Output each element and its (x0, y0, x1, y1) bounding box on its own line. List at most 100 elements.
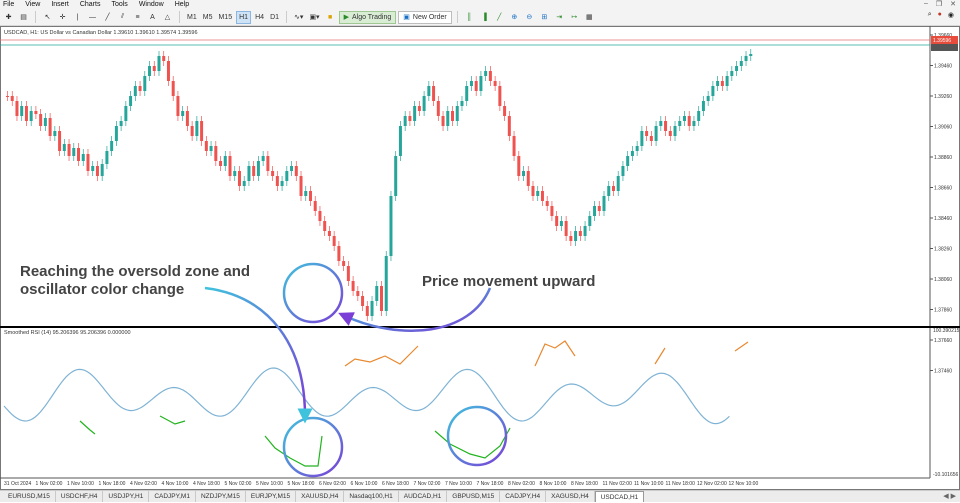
templates-icon[interactable]: ▣▾ (307, 11, 321, 24)
tf-h4-button[interactable]: H4 (253, 11, 266, 24)
chart-window[interactable]: USDCAD, H1: US Dollar vs Canadian Dollar… (0, 26, 960, 490)
close-icon[interactable]: ✕ (950, 0, 956, 8)
menu-charts[interactable]: Charts (80, 1, 101, 8)
candle-body (10, 96, 14, 101)
tf-m1-button[interactable]: M1 (185, 11, 199, 24)
new-order-button[interactable]: ▣ New Order (398, 10, 452, 24)
channel-icon[interactable]: ⫽ (116, 11, 129, 24)
candle-body (488, 71, 492, 81)
tab-nzdjpy-m15[interactable]: NZDJPY,M15 (196, 491, 246, 502)
algo-trading-label: Algo Trading (351, 13, 392, 21)
tab-gbpusd-m15[interactable]: GBPUSD,M15 (447, 491, 501, 502)
candle-body (290, 166, 294, 171)
candle-body (171, 81, 175, 96)
vertical-line-icon[interactable]: | (71, 11, 84, 24)
tf-m5-button[interactable]: M5 (201, 11, 215, 24)
tf-m15-button[interactable]: M15 (216, 11, 234, 24)
grid-icon[interactable]: ▦ (583, 11, 596, 24)
price-label: 1.37860 (934, 308, 952, 314)
notification-icon[interactable]: ● (938, 11, 942, 19)
tab-scroll-icon[interactable]: ◀ ▶ (943, 492, 956, 500)
zoom-in-icon[interactable]: ⊕ (508, 11, 521, 24)
tab-audcad-h1[interactable]: AUDCAD,H1 (399, 491, 448, 502)
zoom-out-icon[interactable]: ⊖ (523, 11, 536, 24)
time-label: 12 Nov 02:00 (697, 481, 727, 487)
candle-body (370, 301, 374, 316)
candle-body (507, 116, 511, 136)
chart-shift-icon[interactable]: ↦ (568, 11, 581, 24)
candle-body (195, 121, 199, 136)
tile-windows-icon[interactable]: ⊞ (538, 11, 551, 24)
candle-body (152, 66, 156, 71)
new-order-label: New Order (412, 13, 447, 21)
fibonacci-icon[interactable]: ≡ (131, 11, 144, 24)
candle-body (597, 206, 601, 211)
text-icon[interactable]: A (146, 11, 159, 24)
algo-trading-button[interactable]: ▶ Algo Trading (338, 10, 397, 24)
candle-body (29, 111, 33, 121)
toolbar-right: ⌕ ● ◉ (928, 11, 954, 19)
tab-nasdaq100-h1[interactable]: Nasdaq100,H1 (344, 491, 399, 502)
tab-usdchf-h4[interactable]: USDCHF,H4 (56, 491, 104, 502)
tab-eurusd-m15[interactable]: EURUSD,M15 (3, 491, 56, 502)
candle-body (588, 216, 592, 226)
tab-xauusd-h4[interactable]: XAUUSD,H4 (296, 491, 345, 502)
menu-help[interactable]: Help (175, 1, 189, 8)
indicators-icon[interactable]: ∿▾ (292, 11, 305, 24)
candle-body (280, 181, 284, 186)
minimize-icon[interactable]: – (924, 0, 928, 8)
candle-body (469, 81, 473, 86)
price-label: 1.38460 (934, 216, 952, 222)
folder-icon[interactable]: ■ (324, 11, 337, 24)
profiles-icon[interactable]: ▤ (17, 11, 30, 24)
candle-body (512, 136, 516, 156)
new-chart-icon[interactable]: ✚ (2, 11, 15, 24)
menu-window[interactable]: Window (139, 1, 164, 8)
candle-body (266, 156, 270, 171)
candle-body (24, 106, 28, 121)
horizontal-line-icon[interactable]: — (86, 11, 99, 24)
candle-body (474, 81, 478, 91)
tab-cadjpy-h4[interactable]: CADJPY,H4 (500, 491, 547, 502)
shapes-icon[interactable]: △ (161, 11, 174, 24)
candle-body (62, 144, 66, 151)
candle-body (701, 101, 705, 111)
menu-file[interactable]: File (3, 1, 14, 8)
menu-tools[interactable]: Tools (111, 1, 127, 8)
candle-body (503, 106, 507, 116)
time-label: 1 Nov 02:00 (36, 481, 63, 487)
search-icon[interactable]: ⌕ (928, 11, 932, 19)
candle-body (678, 121, 682, 126)
play-icon: ▶ (343, 14, 349, 21)
time-label: 7 Nov 10:00 (445, 481, 472, 487)
tab-xagusd-h4[interactable]: XAGUSD,H4 (546, 491, 595, 502)
restore-icon[interactable]: ❐ (936, 0, 942, 8)
candle-body (133, 86, 137, 96)
candle-body (34, 111, 38, 114)
tab-cadjpy-m1[interactable]: CADJPY,M1 (149, 491, 196, 502)
candle-body (181, 111, 185, 116)
candle-chart-icon[interactable]: ▐ (478, 11, 491, 24)
tab-usdjpy-h1[interactable]: USDJPY,H1 (103, 491, 150, 502)
indicator-max-label: 100.390215 (933, 328, 960, 334)
tf-h1-button[interactable]: H1 (236, 10, 252, 24)
time-label: 4 Nov 10:00 (162, 481, 189, 487)
scroll-end-icon[interactable]: ⇥ (553, 11, 566, 24)
tab-eurjpy-m15[interactable]: EURJPY,M15 (246, 491, 297, 502)
tf-d1-button[interactable]: D1 (268, 11, 281, 24)
line-chart-icon[interactable]: ╱ (493, 11, 506, 24)
candle-body (313, 201, 317, 211)
candle-body (659, 121, 663, 126)
account-icon[interactable]: ◉ (948, 11, 954, 19)
menu-insert[interactable]: Insert (51, 1, 69, 8)
price-chart[interactable]: USDCAD, H1: US Dollar vs Canadian Dollar… (0, 26, 960, 490)
menu-view[interactable]: View (25, 1, 40, 8)
bar-chart-icon[interactable]: ║ (463, 11, 476, 24)
trendline-icon[interactable]: ╱ (101, 11, 114, 24)
candle-body (578, 231, 582, 236)
crosshair-icon[interactable]: ✛ (56, 11, 69, 24)
time-label: 1 Nov 18:00 (99, 481, 126, 487)
cursor-icon[interactable]: ↖ (41, 11, 54, 24)
candle-body (564, 221, 568, 236)
tab-usdcad-h1[interactable]: USDCAD,H1 (594, 491, 645, 502)
